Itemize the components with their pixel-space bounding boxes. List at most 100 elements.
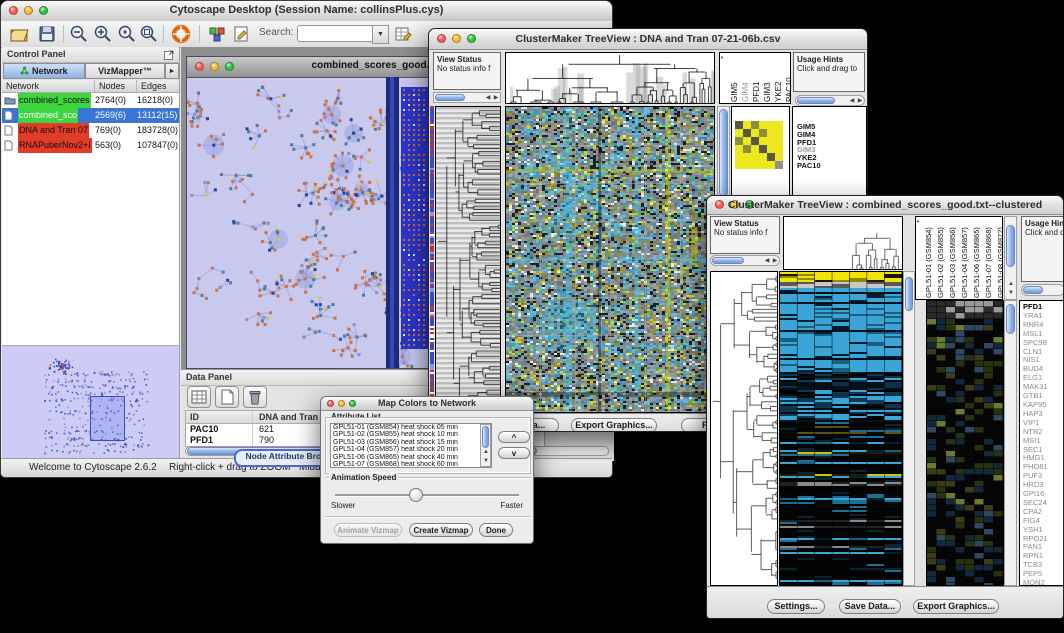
zoom-view-vscrollbar[interactable] [1004, 300, 1017, 586]
submatrix-cell[interactable] [735, 129, 743, 137]
search-dropdown-arrow[interactable]: ▼ [372, 25, 389, 44]
submatrix-cell[interactable] [743, 153, 751, 161]
submatrix-cell[interactable] [767, 145, 775, 153]
submatrix-cell[interactable] [735, 137, 743, 145]
attribute-list[interactable]: GPL51-01 (GSM854) heat shock 05 minGPL51… [330, 423, 492, 468]
submatrix-cell[interactable] [767, 161, 775, 169]
attribute-list-item[interactable]: GPL51-04 (GSM857) heat shock 20 min [333, 446, 491, 453]
labels-vscrollbar[interactable]: ▲▼ [1004, 216, 1017, 300]
submatrix-cell[interactable] [751, 153, 759, 161]
view-status-hscrollbar[interactable]: ◀▶ [710, 255, 780, 266]
submatrix-cell[interactable] [759, 121, 767, 129]
submatrix-cell[interactable] [751, 161, 759, 169]
submatrix-cell[interactable] [775, 153, 783, 161]
zoom-fit-icon[interactable] [139, 24, 159, 44]
usage-hints-hscrollbar[interactable] [1021, 284, 1064, 296]
network-tree-row[interactable]: DNA and Tran 07769(0)183728(0) [2, 123, 179, 138]
done-button[interactable]: Done [479, 523, 513, 537]
usage-hints-hscrollbar[interactable]: ◀▶ [795, 95, 865, 106]
move-down-button[interactable]: v [498, 447, 530, 459]
submatrix-cell[interactable] [751, 121, 759, 129]
submatrix-cell[interactable] [759, 129, 767, 137]
heatmap-global-view[interactable] [505, 106, 715, 413]
birdseye-view[interactable] [2, 346, 179, 459]
attribute-list-item[interactable]: GPL51-06 (GSM865) heat shock 40 min [333, 454, 491, 461]
submatrix-cell[interactable] [767, 121, 775, 129]
animate-vizmap-button[interactable]: Animate Vizmap [334, 523, 402, 537]
view-status-hscrollbar[interactable]: ◀▶ [433, 92, 501, 103]
submatrix-cell[interactable] [735, 161, 743, 169]
cytoscape-titlebar[interactable]: Cytoscape Desktop (Session Name: collins… [1, 1, 612, 22]
heatmap-vscrollbar[interactable] [903, 271, 915, 586]
submatrix-cell[interactable] [775, 145, 783, 153]
float-panel-icon[interactable] [164, 49, 175, 62]
attribute-list-item[interactable]: GPL51-07 (GSM868) heat shock 60 min [333, 461, 491, 468]
submatrix-cell[interactable] [743, 129, 751, 137]
save-icon[interactable] [37, 24, 57, 44]
column-dendrogram-panel[interactable] [505, 52, 715, 104]
export-graphics-button[interactable]: Export Graphics... [571, 418, 657, 432]
vizmapper-icon[interactable] [207, 24, 227, 44]
submatrix-cell[interactable] [743, 121, 751, 129]
move-up-button[interactable]: ^ [498, 431, 530, 443]
attribute-select-button[interactable] [187, 386, 211, 408]
annotation-icon[interactable] [231, 24, 251, 44]
zoom-out-icon[interactable] [69, 24, 89, 44]
tab-overflow-arrow[interactable]: ► [165, 63, 179, 79]
help-lifesaver-icon[interactable] [171, 24, 191, 44]
attribute-list-item[interactable]: GPL51-02 (GSM855) heat shock 10 min [333, 431, 491, 438]
submatrix-cell[interactable] [751, 145, 759, 153]
col-header-id[interactable]: ID [186, 411, 253, 423]
submatrix-cell[interactable] [743, 137, 751, 145]
attribute-list-item[interactable]: GPL51-01 (GSM854) heat shock 05 min [333, 424, 491, 431]
heatmap-global-view[interactable] [779, 271, 903, 586]
submatrix-cell[interactable] [751, 129, 759, 137]
gene-label[interactable]: MON2 [1023, 579, 1048, 586]
submatrix-cell[interactable] [767, 137, 775, 145]
submatrix-cell[interactable] [759, 137, 767, 145]
search-input[interactable] [297, 25, 373, 42]
submatrix-cell[interactable] [767, 129, 775, 137]
table-edit-icon[interactable] [393, 24, 413, 44]
submatrix-cell[interactable] [775, 161, 783, 169]
tab-vizmapper[interactable]: VizMapper™ [85, 63, 165, 79]
treeview2-titlebar[interactable]: ClusterMaker TreeView : combined_scores_… [707, 196, 1063, 215]
settings-button[interactable]: Settings... [767, 599, 825, 614]
delete-attribute-button[interactable] [243, 386, 267, 408]
network-tree-row[interactable]: RNAPuberNov2+I563(0)107847(0) [2, 138, 179, 153]
submatrix-cell[interactable] [735, 153, 743, 161]
submatrix-cell[interactable] [751, 137, 759, 145]
row-dendrogram-panel[interactable] [710, 271, 778, 586]
export-graphics-button[interactable]: Export Graphics... [913, 599, 999, 614]
submatrix-cell[interactable] [767, 153, 775, 161]
column-label: GPL51-01 (GSM854) [924, 227, 934, 298]
column-dendrogram-panel[interactable] [783, 216, 903, 270]
zoom-actual-icon[interactable] [117, 24, 137, 44]
submatrix-cell[interactable] [759, 153, 767, 161]
heatmap-zoom-view[interactable] [926, 300, 1004, 586]
submatrix-cell[interactable] [743, 161, 751, 169]
dialog-titlebar[interactable]: Map Colors to Network [321, 397, 533, 411]
submatrix-cell[interactable] [775, 121, 783, 129]
save-data-button[interactable]: Save Data... [839, 599, 901, 614]
row-dendrogram-panel[interactable] [435, 106, 501, 413]
speed-slider-thumb[interactable] [409, 488, 423, 502]
submatrix-cell[interactable] [759, 145, 767, 153]
treeview1-titlebar[interactable]: ClusterMaker TreeView : DNA and Tran 07-… [429, 29, 867, 50]
open-file-icon[interactable] [9, 24, 29, 44]
network-tree-row[interactable]: combined_sco2569(6)13112(15) [2, 108, 179, 123]
submatrix-cell[interactable] [743, 145, 751, 153]
submatrix-cell[interactable] [775, 137, 783, 145]
speed-slider-track[interactable] [335, 494, 519, 497]
create-vizmap-button[interactable]: Create Vizmap [409, 523, 473, 537]
submatrix-cell[interactable] [759, 161, 767, 169]
attribute-list-vscrollbar[interactable]: ▲▼ [480, 424, 491, 467]
new-attribute-button[interactable] [215, 386, 239, 408]
network-tree-row[interactable]: combined_scores2764(0)16218(0) [2, 93, 179, 108]
submatrix-cell[interactable] [775, 129, 783, 137]
submatrix-cell[interactable] [735, 121, 743, 129]
zoom-in-icon[interactable] [93, 24, 113, 44]
tab-network[interactable]: Network [3, 63, 85, 79]
submatrix-cell[interactable] [735, 145, 743, 153]
attribute-list-item[interactable]: GPL51-03 (GSM856) heat shock 15 min [333, 439, 491, 446]
